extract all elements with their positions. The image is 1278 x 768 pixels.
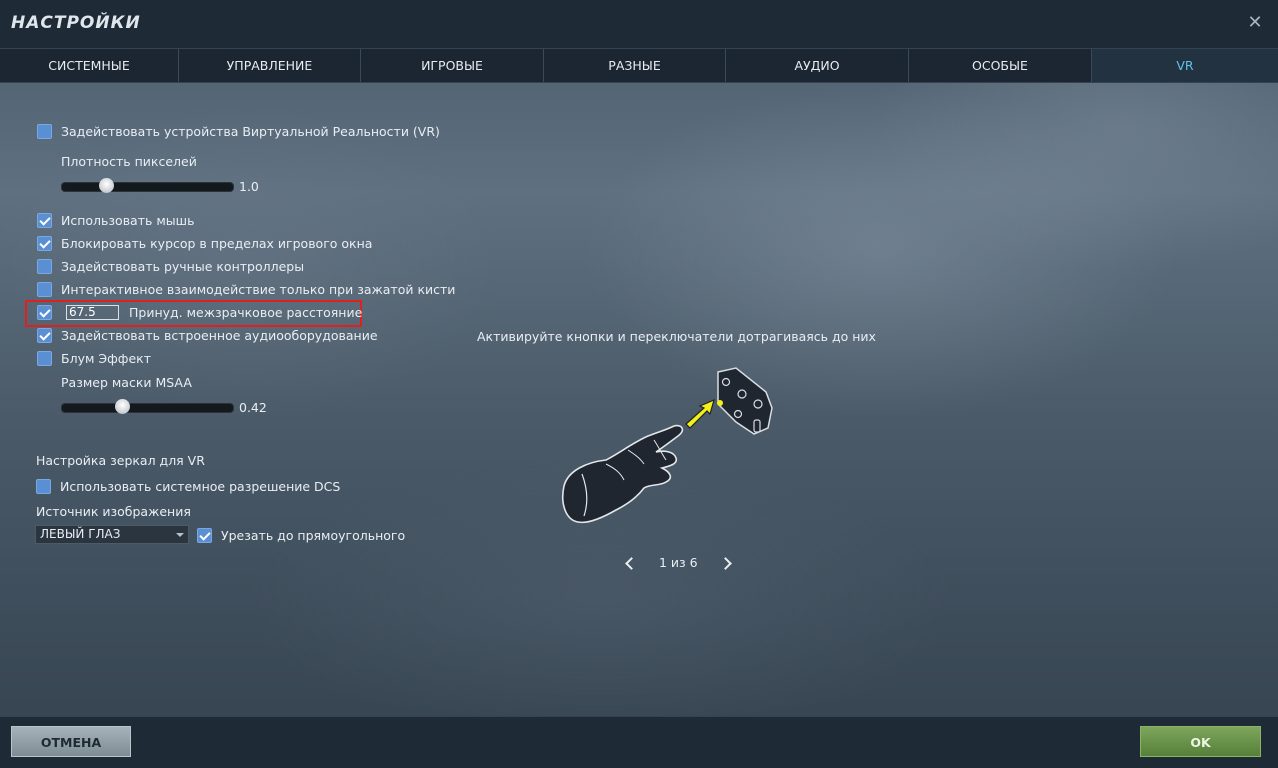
close-icon[interactable]: ✕ — [1246, 12, 1264, 34]
enable-vr-checkbox[interactable] — [37, 123, 52, 139]
hand-controllers-row[interactable]: Задействовать ручные контроллеры — [37, 257, 304, 275]
pixel-density-slider-knob[interactable] — [99, 178, 114, 193]
enable-vr-row[interactable]: Задействовать устройства Виртуальной Реа… — [37, 122, 440, 140]
pixel-density-label: Плотность пикселей — [61, 154, 197, 169]
window-title: НАСТРОЙКИ — [11, 13, 141, 33]
msaa-mask-value: 0.42 — [239, 400, 267, 415]
builtin-audio-row[interactable]: Задействовать встроенное аудиооборудован… — [37, 326, 378, 344]
ipd-value-input[interactable] — [66, 304, 119, 320]
tab-misc[interactable]: РАЗНЫЕ — [544, 49, 726, 82]
msaa-mask-label: Размер маски MSAA — [61, 375, 192, 390]
page-indicator: 1 из 6 — [659, 555, 698, 570]
interactive-grip-checkbox[interactable] — [37, 281, 52, 297]
tab-system[interactable]: СИСТЕМНЫЕ — [0, 49, 179, 82]
image-source-label: Источник изображения — [36, 504, 191, 519]
lock-cursor-row[interactable]: Блокировать курсор в пределах игрового о… — [37, 234, 372, 252]
crop-rect-checkbox[interactable] — [197, 527, 212, 543]
next-page-button[interactable] — [719, 555, 735, 571]
msaa-mask-slider[interactable] — [61, 399, 234, 414]
chevron-down-icon — [176, 533, 184, 537]
title-bar: НАСТРОЙКИ ✕ — [0, 0, 1278, 48]
ok-button[interactable]: OK — [1140, 726, 1261, 757]
force-ipd-label: Принуд. межзрачковое расстояние — [129, 304, 363, 320]
enable-vr-label: Задействовать устройства Виртуальной Реа… — [61, 123, 440, 139]
crop-rect-row[interactable]: Урезать до прямоугольного — [197, 526, 405, 544]
builtin-audio-label: Задействовать встроенное аудиооборудован… — [61, 327, 378, 343]
builtin-audio-checkbox[interactable] — [37, 327, 52, 343]
cancel-button[interactable]: ОТМЕНА — [11, 726, 131, 757]
tab-special[interactable]: ОСОБЫЕ — [909, 49, 1092, 82]
tab-gameplay[interactable]: ИГРОВЫЕ — [361, 49, 544, 82]
bloom-row[interactable]: Блум Эффект — [37, 349, 151, 367]
pixel-density-value: 1.0 — [239, 179, 259, 194]
bloom-label: Блум Эффект — [61, 350, 151, 366]
force-ipd-checkbox[interactable] — [37, 304, 52, 320]
control-panel-icon — [717, 367, 773, 435]
system-resolution-checkbox[interactable] — [36, 478, 51, 494]
image-source-dropdown[interactable]: ЛЕВЫЙ ГЛАЗ — [35, 525, 189, 544]
glove-icon — [562, 424, 684, 524]
footer-bar — [0, 716, 1278, 768]
crop-rect-label: Урезать до прямоугольного — [221, 527, 406, 543]
tab-bar: СИСТЕМНЫЕ УПРАВЛЕНИЕ ИГРОВЫЕ РАЗНЫЕ АУДИ… — [0, 48, 1278, 83]
lock-cursor-label: Блокировать курсор в пределах игрового о… — [61, 235, 373, 251]
previous-page-button[interactable] — [622, 555, 638, 571]
system-resolution-label: Использовать системное разрешение DCS — [60, 478, 341, 494]
hand-controllers-label: Задействовать ручные контроллеры — [61, 258, 305, 274]
bloom-checkbox[interactable] — [37, 350, 52, 366]
lock-cursor-checkbox[interactable] — [37, 235, 52, 251]
force-ipd-row[interactable]: Принуд. межзрачковое расстояние — [37, 303, 362, 321]
yellow-arrow-icon — [685, 398, 715, 429]
use-mouse-row[interactable]: Использовать мышь — [37, 211, 194, 229]
tab-audio[interactable]: АУДИО — [726, 49, 909, 82]
tab-vr[interactable]: VR — [1092, 49, 1278, 82]
interactive-grip-row[interactable]: Интерактивное взаимодействие только при … — [37, 280, 455, 298]
image-source-selected: ЛЕВЫЙ ГЛАЗ — [40, 527, 121, 541]
interactive-grip-label: Интерактивное взаимодействие только при … — [61, 281, 456, 297]
hand-controllers-checkbox[interactable] — [37, 258, 52, 274]
mirror-settings-header: Настройка зеркал для VR — [36, 453, 205, 468]
use-mouse-label: Использовать мышь — [61, 212, 195, 228]
tab-controls[interactable]: УПРАВЛЕНИЕ — [179, 49, 361, 82]
use-mouse-checkbox[interactable] — [37, 212, 52, 228]
system-resolution-row[interactable]: Использовать системное разрешение DCS — [36, 477, 340, 495]
msaa-mask-slider-knob[interactable] — [115, 399, 130, 414]
glove-touch-illustration — [562, 367, 773, 524]
vr-hint-text: Активируйте кнопки и переключатели дотра… — [477, 329, 876, 344]
pixel-density-slider[interactable] — [61, 178, 234, 193]
